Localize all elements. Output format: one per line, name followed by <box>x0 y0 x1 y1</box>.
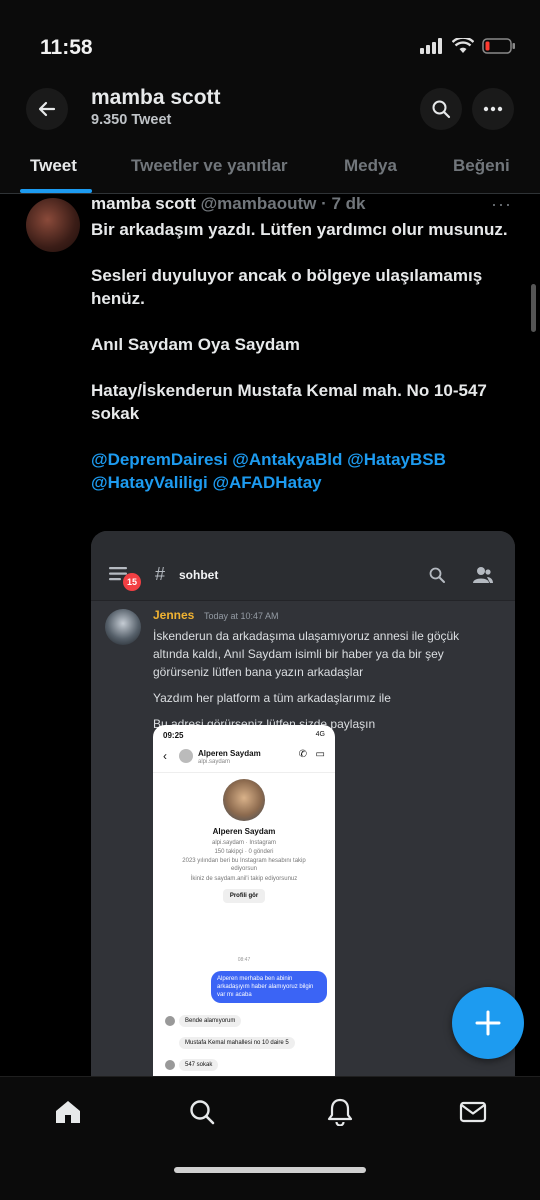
message-text: 547 sokak <box>179 1059 219 1071</box>
tab-media[interactable]: Medya <box>344 156 397 176</box>
nav-home[interactable] <box>48 1095 88 1129</box>
embedded-profile-since: 2023 yılından beri bu Instagram hesabını… <box>182 858 306 872</box>
embedded-profile-user: alpi.saydam · Instagram <box>211 840 277 846</box>
message-line: Yazdım her platform a tüm arkadaşlarımız… <box>153 691 391 705</box>
embedded-chat-name: Alperen Saydam <box>198 749 261 758</box>
tweet[interactable]: mamba scott @mambaoutw · 7 dk ··· Bir ar… <box>0 194 540 1076</box>
embedded-chat-date: 08:47 <box>237 957 251 963</box>
status-icons <box>420 38 516 54</box>
tweet-handle-time: @mambaoutw · 7 dk <box>200 194 366 213</box>
tweet-text: Bir arkadaşım yazdı. Lütfen yardımcı olu… <box>91 218 511 517</box>
avatar <box>105 609 141 645</box>
home-indicator[interactable] <box>174 1167 366 1173</box>
message-body: İskenderun da arkadaşıma ulaşamıyoruz an… <box>153 627 493 733</box>
bell-icon <box>327 1098 353 1126</box>
tab-tweets[interactable]: Tweet <box>30 156 77 176</box>
search-button[interactable] <box>420 88 462 130</box>
members-icon <box>473 567 493 583</box>
status-time: 11:58 <box>40 36 93 59</box>
tab-tweets-and-replies[interactable]: Tweetler ve yanıtlar <box>131 156 288 176</box>
embedded-profile-stats: 150 takipçi · 0 gönderi <box>214 849 274 855</box>
embedded-status-network: 4G <box>315 731 325 738</box>
embedded-profile-button: Profili gör <box>223 889 265 903</box>
back-button[interactable] <box>26 88 68 130</box>
battery-low-icon <box>482 38 515 54</box>
embedded-incoming-message: Bende alamıyorum <box>165 1015 242 1027</box>
tweet-media-image[interactable]: 15 # sohbet Jennes Today at 10:47 AM İsk… <box>91 531 515 1076</box>
channel-hash-icon: # <box>155 564 166 584</box>
tweet-paragraph: Hatay/İskenderun Mustafa Kemal mah. No 1… <box>91 381 487 423</box>
chevron-left-icon: ‹ <box>163 749 167 763</box>
profile-tabs: Tweet Tweetler ve yanıtlar Medya Beğeni <box>0 136 540 194</box>
scrollbar[interactable] <box>531 284 536 332</box>
tweet-more-button[interactable]: ··· <box>491 194 512 215</box>
message-author: Jennes <box>153 608 195 622</box>
avatar[interactable] <box>26 198 80 252</box>
message-text: Bende alamıyorum <box>179 1015 242 1027</box>
avatar <box>223 779 265 821</box>
embedded-chat-header: ‹ Alperen Saydam alpi.saydam ✆ ▭ <box>153 743 335 773</box>
status-bar: 11:58 <box>0 0 540 84</box>
avatar <box>179 749 193 763</box>
embedded-profile-mutual: İkiniz de saydam.anil'i takip ediyorsunu… <box>190 876 298 882</box>
tweet-paragraph: Bir arkadaşım yazdı. Lütfen yardımcı olu… <box>91 220 508 239</box>
nav-search[interactable] <box>182 1095 222 1129</box>
arrow-left-icon <box>38 101 56 117</box>
home-icon <box>56 1101 80 1123</box>
tweet-author[interactable]: mamba scott <box>91 194 196 213</box>
mail-icon <box>459 1101 487 1123</box>
search-icon <box>190 1100 215 1125</box>
tweet-paragraph: Sesleri duyuluyor ancak o bölgeye ulaşıl… <box>91 266 483 308</box>
bottom-navigation <box>0 1076 540 1200</box>
avatar <box>165 1060 175 1070</box>
plus-icon <box>475 1010 501 1036</box>
embedded-chat-username: alpi.saydam <box>198 759 231 765</box>
tab-likes[interactable]: Beğeni <box>453 156 510 176</box>
embedded-dm-screenshot: 09:25 4G ‹ Alperen Saydam alpi.saydam ✆ … <box>153 725 335 1076</box>
embedded-outgoing-message: Alperen merhaba ben abinin arkadaşıyım h… <box>211 971 327 1003</box>
embedded-profile-name: Alperen Saydam <box>212 827 276 836</box>
nav-notifications[interactable] <box>320 1095 360 1129</box>
signal-icon <box>420 38 442 54</box>
active-tab-indicator <box>20 189 92 193</box>
search-icon <box>429 567 445 583</box>
nav-messages[interactable] <box>453 1095 493 1129</box>
embedded-incoming-message: Mustafa Kemal mahallesi no 10 daire 5 <box>179 1037 295 1049</box>
compose-tweet-button[interactable] <box>452 987 524 1059</box>
message-timestamp: Today at 10:47 AM <box>204 611 279 621</box>
wifi-icon <box>452 38 474 53</box>
channel-name: sohbet <box>179 568 219 582</box>
tweet-header: mamba scott @mambaoutw · 7 dk <box>91 194 366 214</box>
video-icon: ▭ <box>315 749 325 760</box>
message-text: Mustafa Kemal mahallesi no 10 daire 5 <box>179 1037 295 1049</box>
notification-badge: 15 <box>123 573 141 591</box>
tweet-paragraph: Anıl Saydam Oya Saydam <box>91 335 300 354</box>
embedded-incoming-message: 547 sokak <box>165 1059 219 1071</box>
profile-name: mamba scott <box>91 86 221 109</box>
message-line: İskenderun da arkadaşıma ulaşamıyoruz an… <box>153 629 460 679</box>
embedded-status-time: 09:25 <box>163 731 184 740</box>
tweet-mentions[interactable]: @DepremDairesi @AntakyaBld @HatayBSB @Ha… <box>91 448 511 494</box>
more-options-button[interactable] <box>472 88 514 130</box>
avatar <box>165 1016 175 1026</box>
search-icon <box>432 100 451 119</box>
phone-icon: ✆ <box>298 749 307 760</box>
tweet-count: 9.350 Tweet <box>91 112 172 128</box>
more-horizontal-icon <box>483 106 503 112</box>
discord-channel-bar: 15 # sohbet <box>91 531 515 601</box>
profile-header: mamba scott 9.350 Tweet <box>0 84 540 136</box>
